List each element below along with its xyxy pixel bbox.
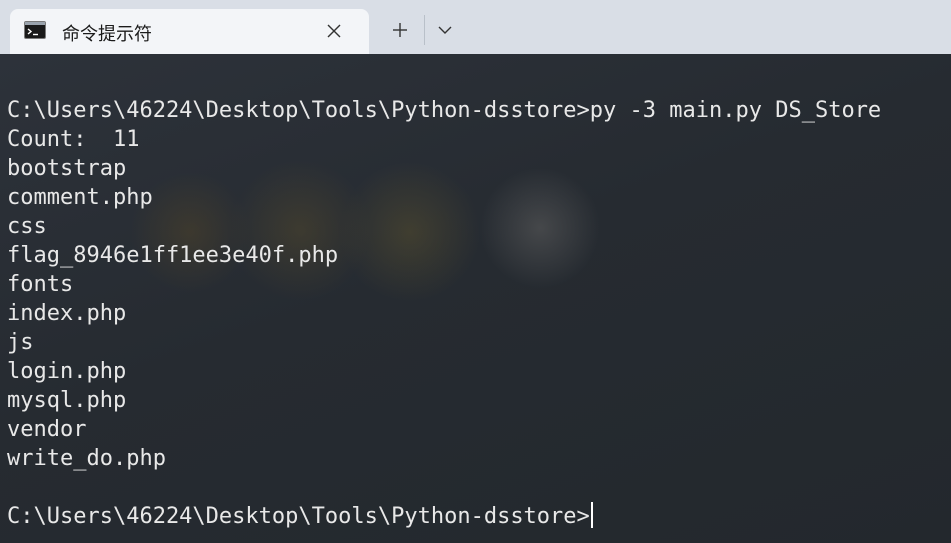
prompt-line[interactable]: C:\Users\46224\Desktop\Tools\Python-dsst… [7,502,593,531]
terminal-output[interactable]: C:\Users\46224\Desktop\Tools\Python-dsst… [0,54,951,543]
output-line: js [7,330,34,355]
text-cursor [590,502,593,528]
output-line: comment.php [7,185,153,210]
prompt-text: C:\Users\46224\Desktop\Tools\Python-dsst… [7,504,590,529]
output-line: vendor [7,417,87,442]
output-line: login.php [7,359,127,384]
output-line: write_do.php [7,446,166,471]
output-line: flag_8946e1ff1ee3e40f.php [7,243,339,268]
toolbar-divider [424,15,425,45]
plus-icon[interactable] [380,12,420,48]
tab-command-prompt[interactable]: 命令提示符 [10,9,369,54]
chevron-down-icon[interactable] [428,12,462,48]
output-line: fonts [7,272,74,297]
output-line: mysql.php [7,388,127,413]
title-bar: 命令提示符 [0,0,951,54]
output-line: index.php [7,301,127,326]
output-line: Count: 11 [7,127,140,152]
output-line: bootstrap [7,156,127,181]
tab-title: 命令提示符 [62,24,152,45]
output-line: css [7,214,47,239]
terminal-icon [24,21,46,39]
command-line: C:\Users\46224\Desktop\Tools\Python-dsst… [7,98,882,123]
close-icon[interactable] [324,21,344,41]
